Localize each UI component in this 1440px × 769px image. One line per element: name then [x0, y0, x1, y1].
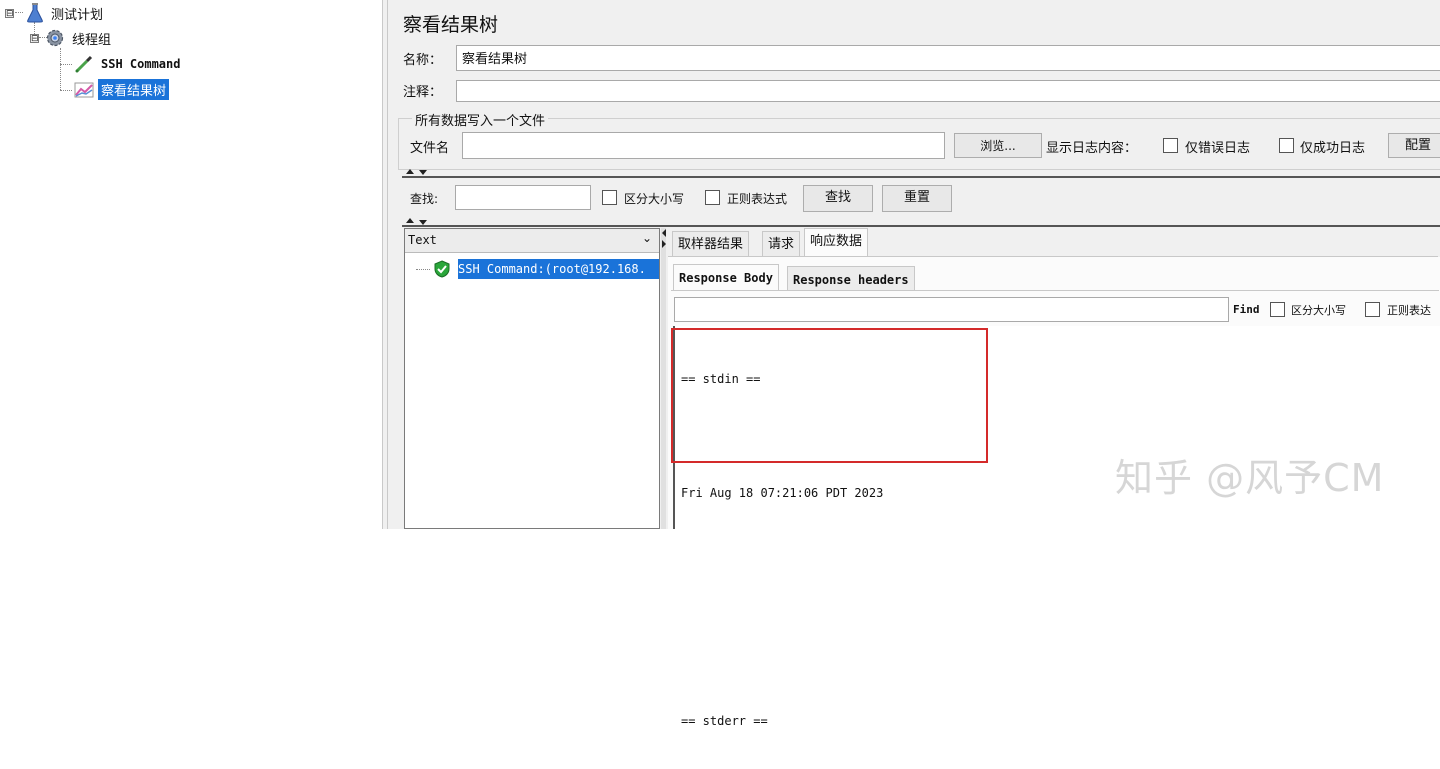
search-regex-label: 正则表达式 [727, 192, 788, 206]
renderer-select[interactable]: Text ⌄ [405, 229, 659, 253]
comment-label: 注释： [403, 85, 443, 100]
response-case-checkbox[interactable] [1270, 302, 1285, 317]
search-case-label: 区分大小写 [624, 192, 685, 206]
browse-button[interactable]: 浏览... [954, 133, 1042, 158]
renderer-value: Text [408, 233, 437, 247]
tree-item-label: 察看结果树 [98, 78, 170, 100]
tree-item-ssh-command[interactable]: SSH Command [74, 53, 183, 75]
response-line [681, 541, 883, 560]
response-case-label: 区分大小写 [1291, 304, 1346, 317]
file-group-title: 所有数据写入一个文件 [412, 110, 549, 129]
gear-icon [45, 28, 65, 48]
subtab-response-headers[interactable]: Response headers [787, 266, 915, 291]
expand-right-icon[interactable] [662, 240, 666, 248]
log-content-label: 显示日志内容： [1046, 141, 1138, 156]
tree-item-view-results-tree[interactable]: 察看结果树 [74, 78, 170, 100]
search-label: 查找: [410, 192, 439, 206]
collapse-icon[interactable]: ⊟ [5, 8, 14, 18]
filename-input[interactable] [462, 132, 945, 159]
collapse-icon[interactable]: ⊟ [30, 33, 39, 43]
subtab-strip-border [671, 290, 1439, 291]
highlight-box [671, 328, 988, 463]
tab-sampler-result[interactable]: 取样器结果 [672, 231, 750, 257]
subtab-response-body[interactable]: Response Body [673, 264, 779, 291]
search-regex-checkbox[interactable] [705, 190, 720, 205]
tab-response-data[interactable]: 响应数据 [804, 228, 869, 257]
panel-title: 察看结果树 [403, 14, 499, 36]
search-case-checkbox[interactable] [602, 190, 617, 205]
tree-item-label: 测试计划 [51, 7, 104, 23]
sample-result-item[interactable]: SSH Command:(root@192.168. [458, 259, 659, 279]
collapse-down-icon[interactable] [419, 170, 427, 175]
response-line [681, 598, 883, 617]
divider [402, 225, 1440, 227]
configure-button[interactable]: 配置 [1388, 133, 1440, 158]
search-input[interactable] [455, 185, 591, 210]
graph-icon [74, 79, 94, 99]
collapse-left-icon[interactable] [662, 229, 666, 237]
response-find-label: Find [1233, 303, 1260, 316]
response-line: Fri Aug 18 07:21:06 PDT 2023 [681, 486, 884, 500]
test-plan-tree: ⊟ 测试计划 ⊟ 线程组 SSH Command 察看结果树 [0, 0, 382, 529]
success-shield-icon [433, 260, 451, 278]
watermark: 知乎 @风予CM [1115, 456, 1385, 500]
response-regex-checkbox[interactable] [1365, 302, 1380, 317]
response-line [681, 655, 883, 674]
name-label: 名称： [403, 53, 443, 68]
view-results-tree-panel: 察看结果树 名称： 察看结果树 注释： 所有数据写入一个文件 文件名 浏览...… [388, 0, 1440, 728]
filename-label: 文件名 [410, 141, 450, 156]
success-only-checkbox[interactable] [1279, 138, 1294, 153]
pipette-icon [74, 54, 94, 74]
expand-up-icon[interactable] [406, 218, 414, 223]
errors-only-label: 仅错误日志 [1185, 141, 1251, 156]
success-only-label: 仅成功日志 [1300, 141, 1366, 156]
response-regex-label: 正则表达 [1387, 304, 1431, 317]
response-line: == stderr == [681, 714, 768, 728]
tree-item-label: 线程组 [72, 32, 112, 48]
comment-input[interactable] [456, 80, 1440, 102]
flask-icon [26, 3, 44, 23]
tree-item-test-plan[interactable]: ⊟ 测试计划 [5, 2, 106, 24]
tree-item-label: SSH Command [101, 57, 181, 71]
find-button[interactable]: 查找 [803, 185, 873, 212]
tree-item-thread-group[interactable]: ⊟ 线程组 [30, 27, 114, 49]
response-find-input[interactable] [674, 297, 1229, 322]
result-splitter[interactable] [661, 228, 666, 529]
errors-only-checkbox[interactable] [1163, 138, 1178, 153]
tab-request[interactable]: 请求 [762, 231, 801, 257]
expand-up-icon[interactable] [406, 169, 414, 174]
reset-button[interactable]: 重置 [882, 185, 952, 212]
name-input[interactable]: 察看结果树 [456, 45, 1440, 71]
divider [402, 176, 1440, 178]
chevron-down-icon: ⌄ [641, 231, 652, 245]
